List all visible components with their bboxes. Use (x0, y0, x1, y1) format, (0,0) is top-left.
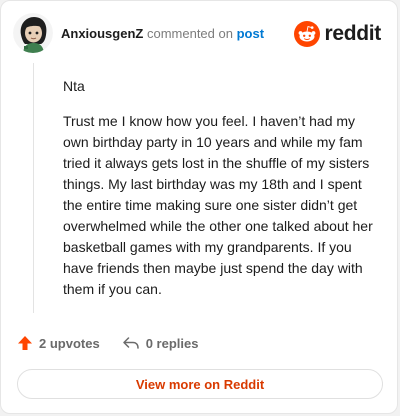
reddit-logo[interactable]: reddit (294, 21, 381, 47)
username-link[interactable]: AnxiousgenZ (61, 26, 143, 41)
replies-button[interactable]: 0 replies (122, 335, 199, 351)
comment-paragraph: Trust me I know how you feel. I haven’t … (63, 113, 373, 297)
upvote-button[interactable]: 2 upvotes (17, 335, 100, 351)
reply-arrow-icon (122, 337, 139, 349)
comment-actions: 2 upvotes 0 replies (17, 333, 198, 353)
reply-count: 0 replies (145, 335, 199, 351)
thread-line[interactable] (33, 63, 34, 313)
view-more-button[interactable]: View more on Reddit (17, 369, 383, 399)
comment-embed-card: AnxiousgenZ commented on post reddit Nta… (0, 0, 398, 414)
comment-byline: AnxiousgenZ commented on post (61, 26, 264, 42)
upvote-arrow-icon (18, 336, 32, 350)
commented-on-text: commented on (146, 26, 233, 41)
avatar-icon (13, 13, 53, 53)
user-avatar[interactable] (13, 13, 53, 53)
post-link[interactable]: post (237, 26, 264, 41)
comment-paragraph: Nta (63, 78, 85, 94)
comment-header: AnxiousgenZ commented on post reddit (13, 13, 381, 55)
reddit-snoo-icon (294, 21, 321, 47)
upvote-count: 2 upvotes (39, 335, 100, 351)
reddit-wordmark: reddit (324, 22, 381, 45)
comment-body: Nta Trust me I know how you feel. I have… (63, 76, 381, 314)
